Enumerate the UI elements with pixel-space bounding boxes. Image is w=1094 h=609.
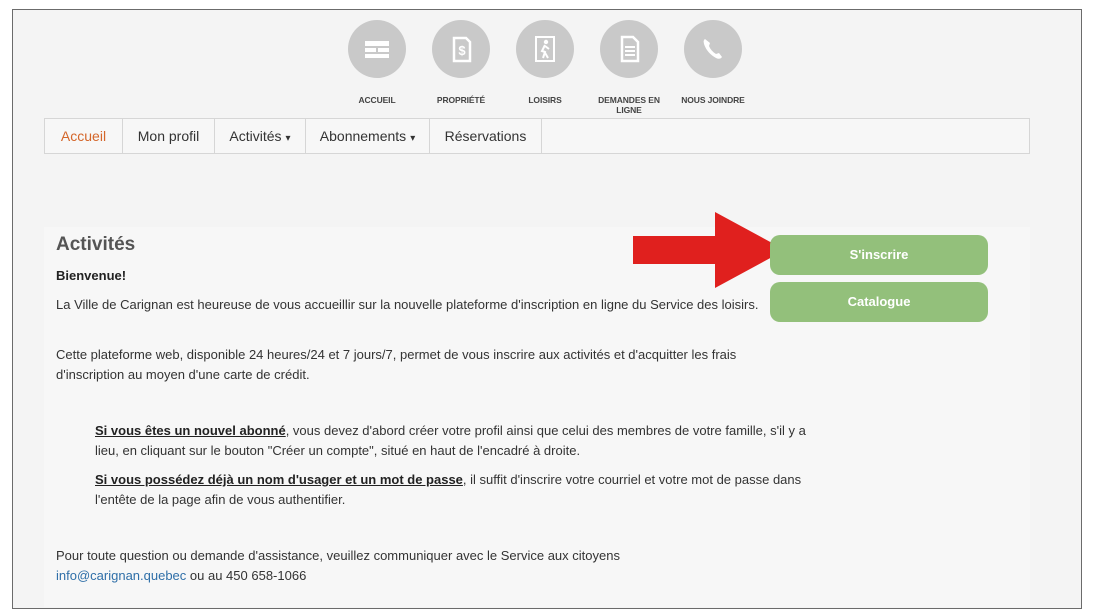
assistance-paragraph: Pour toute question ou demande d'assista… [56,546,776,586]
menu-item-label: Abonnements [319,128,407,144]
menu-item-activites[interactable]: Activités ▾ [215,119,306,153]
menu-item-label: Activités [229,128,282,144]
platform-paragraph: Cette plateforme web, disponible 24 heur… [56,347,737,382]
topnav-label: LOISIRS [528,95,562,105]
topnav-label: PROPRIÉTÉ [436,95,486,105]
assistance-text: Pour toute question ou demande d'assista… [56,548,620,563]
page-title: Activités [56,234,136,255]
menu-item-accueil[interactable]: Accueil [45,119,123,153]
svg-text:$: $ [458,43,466,58]
menu-item-label: Accueil [60,128,107,144]
welcome-heading: Bienvenue! [56,268,127,283]
home-icon [348,20,406,78]
topnav-label: ACCUEIL [358,95,396,105]
menu-item-label: Réservations [444,128,527,144]
menu-item-reservations[interactable]: Réservations [430,119,542,153]
main-menu-bar: Accueil Mon profil Activités ▾ Abonnement… [44,118,1030,154]
topnav-label: DEMANDES EN LIGNE [598,95,660,115]
register-button[interactable]: S'inscrire [770,235,988,275]
topnav-label: NOUS JOINDRE [681,95,745,105]
document-icon [600,20,658,78]
leisure-icon [516,20,574,78]
menu-item-abonnements[interactable]: Abonnements ▾ [306,119,430,153]
email-link[interactable]: info@carignan.quebec [56,568,186,583]
topnav-loisirs[interactable]: LOISIRS [503,20,587,105]
intro-paragraph: La Ville de Carignan est heureuse de vou… [56,297,759,312]
caret-down-icon: ▾ [410,133,416,144]
topnav-demandes[interactable]: DEMANDES EN LIGNE [587,20,671,115]
browser-frame: ACCUEIL $ PROPRIÉTÉ LOISIRS DEMANDES EN … [12,9,1082,609]
existing-user-emphasis: Si vous possédez déjà un nom d'usager et… [95,472,463,487]
topnav-nous-joindre[interactable]: NOUS JOINDRE [671,20,755,105]
new-subscriber-emphasis: Si vous êtes un nouvel abonné [95,423,286,438]
caret-down-icon: ▾ [285,133,291,144]
existing-user-paragraph: Si vous possédez déjà un nom d'usager et… [95,470,815,510]
property-tax-icon: $ [432,20,490,78]
menu-item-mon-profil[interactable]: Mon profil [123,119,215,153]
phone-text: ou au 450 658-1066 [186,568,307,583]
topnav-propriete[interactable]: $ PROPRIÉTÉ [419,20,503,105]
menu-item-label: Mon profil [137,128,200,144]
new-subscriber-paragraph: Si vous êtes un nouvel abonné, vous deve… [95,421,815,461]
topnav-accueil[interactable]: ACCUEIL [335,20,419,105]
phone-icon [684,20,742,78]
catalogue-button[interactable]: Catalogue [770,282,988,322]
